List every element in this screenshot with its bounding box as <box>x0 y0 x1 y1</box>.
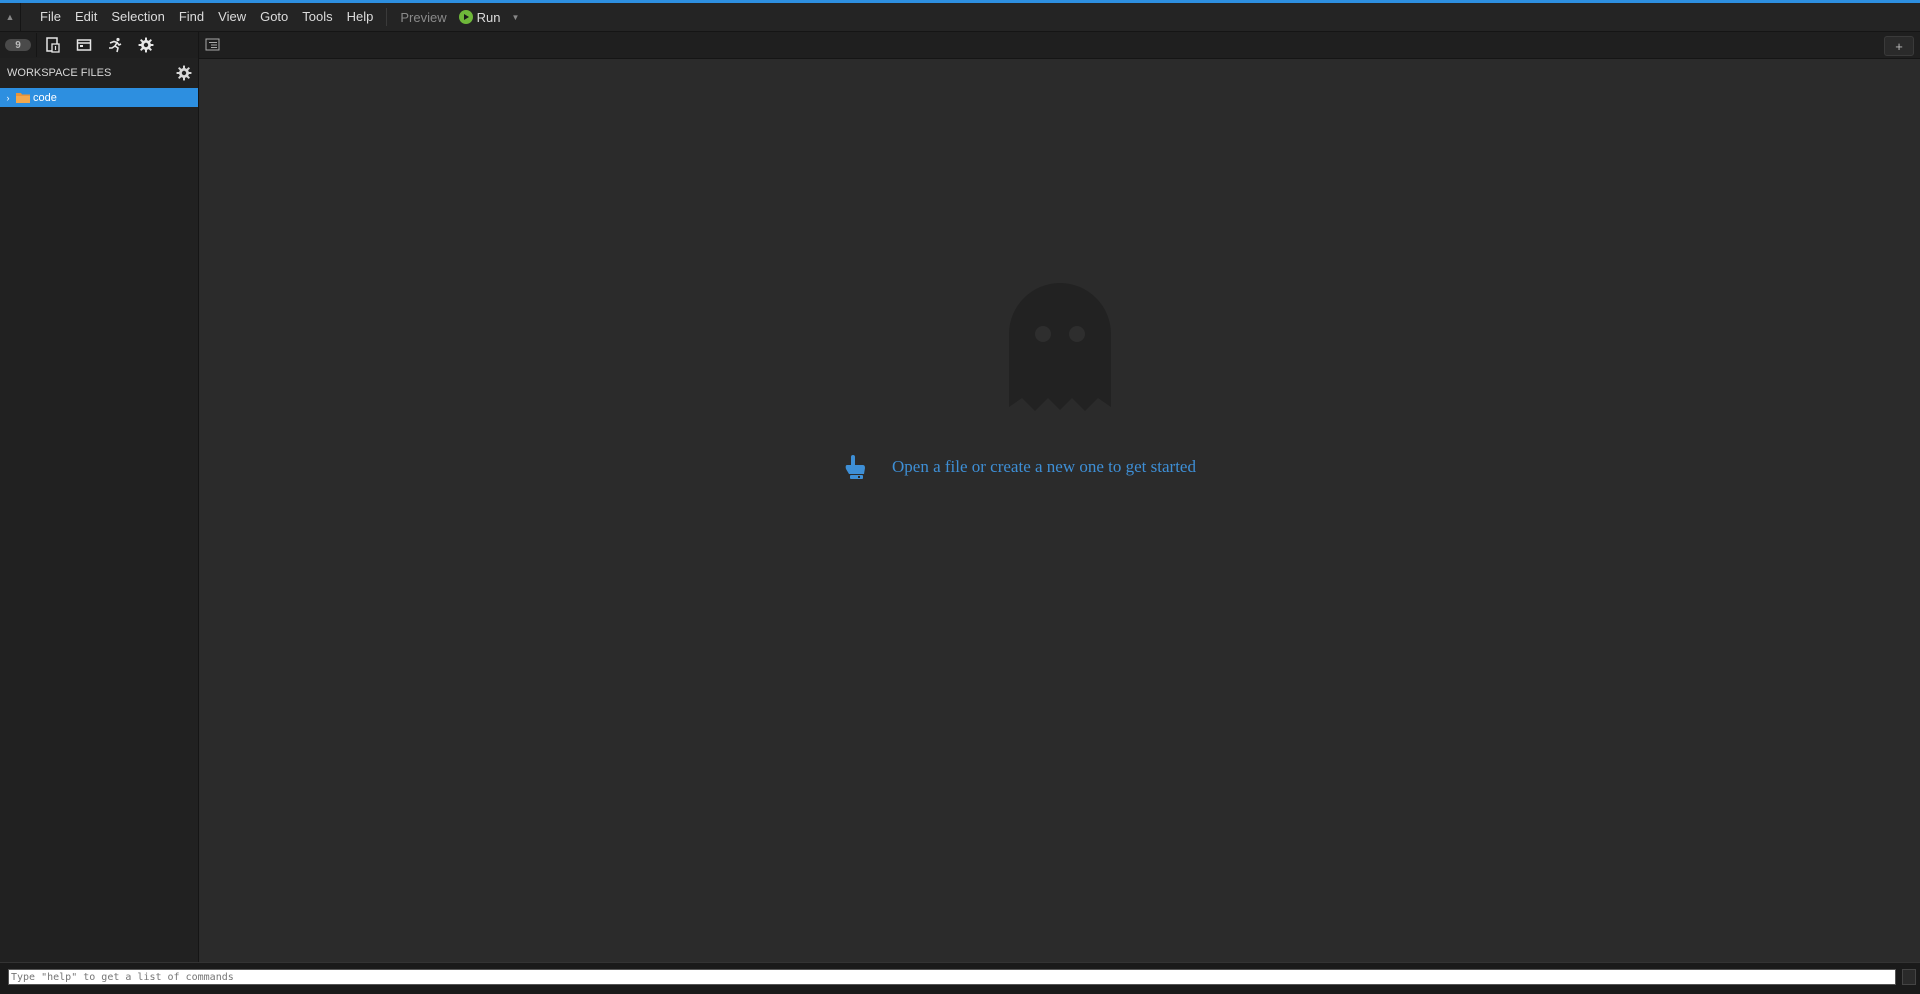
plus-icon: + <box>1895 38 1903 54</box>
collapse-menu-button[interactable]: ▲ <box>0 3 21 31</box>
menu-selection[interactable]: Selection <box>104 3 171 31</box>
cloud9-logo: 9 <box>5 39 31 51</box>
workspace-panel-button[interactable] <box>37 33 68 57</box>
tree-item-label: code <box>33 91 57 104</box>
pointing-hand-icon <box>845 455 865 479</box>
ghost-icon <box>1009 283 1111 411</box>
new-tab-button[interactable]: + <box>1884 36 1914 56</box>
menubar: ▲ File Edit Selection Find View Goto Too… <box>0 3 1920 32</box>
menu-file[interactable]: File <box>33 3 68 31</box>
menu-edit[interactable]: Edit <box>68 3 104 31</box>
command-bar-toggle-button[interactable] <box>1902 969 1916 985</box>
chevron-right-icon[interactable]: › <box>0 93 16 103</box>
menu-divider <box>386 8 388 26</box>
run-label: Run <box>476 9 501 25</box>
navigate-panel-button[interactable] <box>68 33 99 57</box>
menu-find[interactable]: Find <box>172 3 211 31</box>
play-icon <box>458 10 473 24</box>
command-input[interactable] <box>8 969 1896 985</box>
command-bar <box>0 962 1920 994</box>
file-save-icon <box>45 37 60 53</box>
gear-icon <box>138 37 153 53</box>
menu-goto[interactable]: Goto <box>253 3 295 31</box>
menu-view[interactable]: View <box>211 3 253 31</box>
sidebar-title: WORKSPACE FILES <box>7 67 112 79</box>
sidebar-settings-button[interactable] <box>176 65 192 81</box>
editor-tabbar: + <box>199 32 1920 59</box>
tab-menu-button[interactable] <box>205 38 221 52</box>
window-icon <box>76 39 91 51</box>
sidebar-header: WORKSPACE FILES <box>0 58 198 88</box>
preview-button[interactable]: Preview <box>393 10 453 25</box>
gear-icon <box>176 65 192 81</box>
empty-state-text: Open a file or create a new one to get s… <box>892 457 1196 476</box>
menu-tools[interactable]: Tools <box>295 3 339 31</box>
run-button[interactable]: Run <box>454 10 506 25</box>
cloud9-logo-button[interactable]: 9 <box>0 33 37 57</box>
run-options-caret-icon[interactable]: ▼ <box>506 13 526 22</box>
run-panel-button[interactable] <box>99 33 130 57</box>
editor-empty-state: Open a file or create a new one to get s… <box>199 59 1920 962</box>
workspace-sidebar: WORKSPACE FILES › code <box>0 58 199 962</box>
list-icon <box>205 38 220 51</box>
sidebar-toolbar: 9 <box>0 32 199 58</box>
folder-icon <box>16 92 30 103</box>
chevron-up-icon: ▲ <box>5 12 15 22</box>
menu-help[interactable]: Help <box>340 3 381 31</box>
tree-item-code[interactable]: › code <box>0 88 198 107</box>
running-man-icon <box>108 37 121 53</box>
empty-state-hint: Open a file or create a new one to get s… <box>844 454 1196 480</box>
preferences-button[interactable] <box>130 33 161 57</box>
